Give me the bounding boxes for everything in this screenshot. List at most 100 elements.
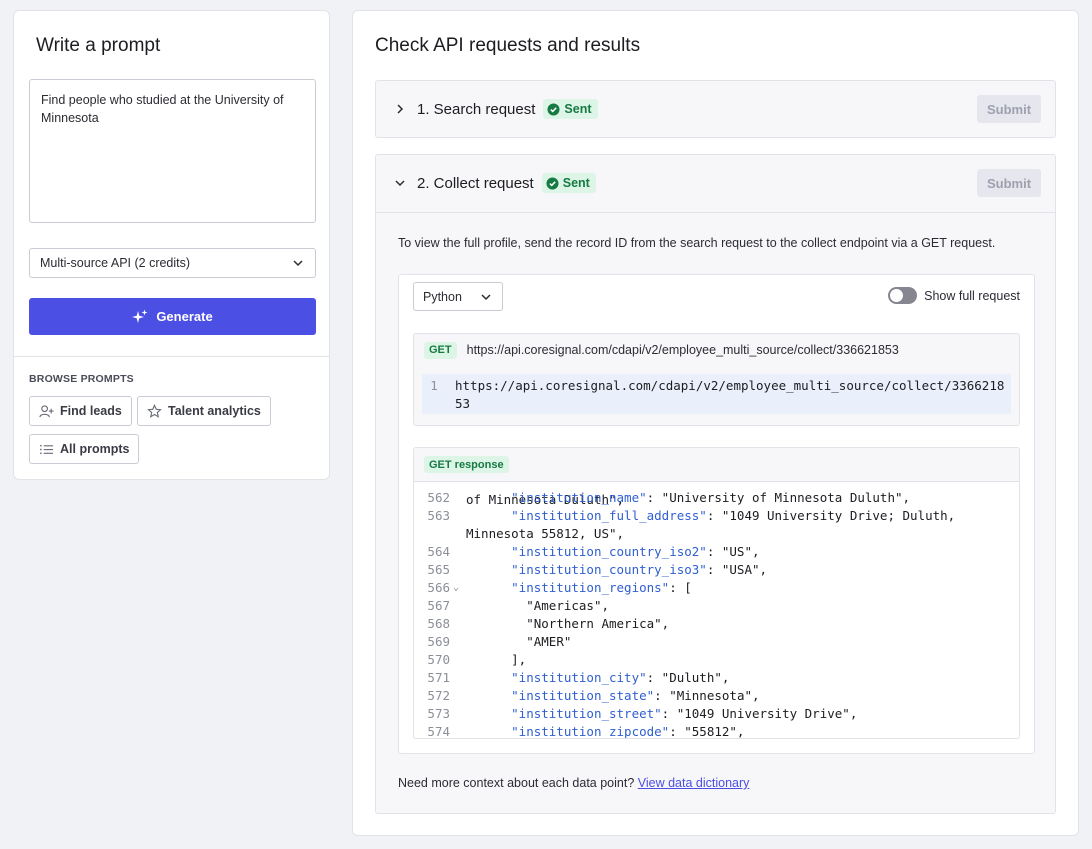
code-line: 568 "Northern America", <box>414 615 1019 633</box>
chip-label: All prompts <box>60 442 130 456</box>
response-badge: GET response <box>424 456 509 473</box>
footer-text: Need more context about each data point?… <box>398 776 749 790</box>
data-dictionary-link[interactable]: View data dictionary <box>638 776 750 790</box>
code-text: "institution_regions": [ <box>511 580 692 595</box>
source-select-value: Multi-source API (2 credits) <box>40 256 191 270</box>
fold-chevron-icon[interactable]: ⌄ <box>453 579 459 597</box>
footer-label: Need more context about each data point? <box>398 776 635 790</box>
prompt-textarea[interactable]: Find people who studied at the Universit… <box>29 79 316 223</box>
request-code[interactable]: 1 https://api.coresignal.com/cdapi/v2/em… <box>422 374 1011 414</box>
json-key: "institution_regions" <box>511 580 670 595</box>
prompt-panel-title: Write a prompt <box>36 35 161 56</box>
add-user-icon <box>39 404 54 417</box>
json-key: "institution_country_iso2" <box>511 544 707 559</box>
submit-button[interactable]: Submit <box>977 169 1041 197</box>
code-text: "institution_city": "Duluth", <box>511 670 730 685</box>
code-line: 573 "institution_street": "1049 Universi… <box>414 705 1019 723</box>
request-header: GET https://api.coresignal.com/cdapi/v2/… <box>414 334 1019 366</box>
chevron-down-icon <box>293 260 303 267</box>
check-circle-icon <box>547 103 560 115</box>
code-text: https://api.coresignal.com/cdapi/v2/empl… <box>455 378 1005 411</box>
status-badge: Sent <box>541 173 596 193</box>
submit-button[interactable]: Submit <box>977 95 1041 123</box>
request-url: https://api.coresignal.com/cdapi/v2/empl… <box>466 343 899 357</box>
chevron-down-icon <box>481 293 491 300</box>
code-text: "AMER" <box>526 634 572 649</box>
collect-request-header[interactable]: 2. Collect request Sent Submit <box>376 155 1055 211</box>
generate-button-label: Generate <box>156 309 213 324</box>
code-line: 564 "institution_country_iso2": "US", <box>414 543 1019 561</box>
api-panel: Check API requests and results 1. Search… <box>352 10 1079 836</box>
json-key: "institution_name" <box>511 490 647 505</box>
star-icon <box>147 403 162 418</box>
json-key: "institution_full_address" <box>511 508 707 523</box>
code-text: "Northern America", <box>526 616 670 631</box>
line-number: 574 <box>427 724 450 739</box>
json-key: "institution_state" <box>511 688 655 703</box>
line-number: 565 <box>427 562 450 577</box>
code-line: 569 "AMER" <box>414 633 1019 651</box>
status-badge-label: Sent <box>562 176 590 190</box>
json-key: "institution_zipcode" <box>511 724 670 739</box>
code-text: Minnesota 55812, US", <box>466 526 625 541</box>
show-full-request-toggle[interactable]: Show full request <box>888 287 1020 304</box>
response-code[interactable]: of Minnesota Duluth", 562 "institution_n… <box>414 482 1019 739</box>
json-key: "institution_country_iso3" <box>511 562 707 577</box>
collect-request-title: 2. Collect request <box>417 174 534 192</box>
line-number: 1 <box>430 378 438 393</box>
chevron-right-icon <box>397 104 404 114</box>
generate-button[interactable]: Generate <box>29 298 316 335</box>
talent-analytics-chip[interactable]: Talent analytics <box>137 396 271 426</box>
code-text: "Americas", <box>526 598 610 613</box>
line-number: 563 <box>427 508 450 523</box>
browse-prompts-label: BROWSE PROMPTS <box>29 373 134 385</box>
prompt-panel: Write a prompt Find people who studied a… <box>13 10 330 480</box>
code-text: "institution_street": "1049 University D… <box>511 706 858 721</box>
code-line: 570 ], <box>414 651 1019 669</box>
response-box: GET response of Minnesota Duluth", 562 "… <box>413 447 1020 739</box>
collect-request-accordion: 2. Collect request Sent Submit To view t… <box>375 154 1056 814</box>
all-prompts-chip[interactable]: All prompts <box>29 434 140 464</box>
chip-label: Find leads <box>60 404 122 418</box>
divider <box>14 356 329 357</box>
line-number: 564 <box>427 544 450 559</box>
line-number: 568 <box>427 616 450 631</box>
line-number: 570 <box>427 652 450 667</box>
code-line: 567 "Americas", <box>414 597 1019 615</box>
source-select[interactable]: Multi-source API (2 credits) <box>29 248 316 278</box>
code-text: "institution_name": "University of Minne… <box>511 490 911 505</box>
find-leads-chip[interactable]: Find leads <box>29 396 132 426</box>
check-circle-icon <box>546 177 559 189</box>
code-text: "institution_zipcode": "55812", <box>511 724 745 739</box>
json-key: "institution_city" <box>511 670 647 685</box>
code-line: 566 ⌄ "institution_regions": [ <box>414 579 1019 597</box>
code-line: 572 "institution_state": "Minnesota", <box>414 687 1019 705</box>
code-line: Minnesota 55812, US", <box>414 525 1019 543</box>
code-text: "institution_country_iso3": "USA", <box>511 562 768 577</box>
language-select[interactable]: Python <box>413 282 503 311</box>
line-number: 569 <box>427 634 450 649</box>
line-number: 566 <box>427 580 450 595</box>
code-text: ], <box>511 652 527 667</box>
code-panel: Python Show full request GET https://api… <box>398 274 1035 754</box>
request-box: GET https://api.coresignal.com/cdapi/v2/… <box>413 333 1020 426</box>
method-badge: GET <box>424 341 457 359</box>
code-text: "institution_country_iso2": "US", <box>511 544 760 559</box>
line-number: 567 <box>427 598 450 613</box>
chip-label: Talent analytics <box>168 404 261 418</box>
search-request-header[interactable]: 1. Search request Sent Submit <box>376 81 1055 137</box>
line-number: 572 <box>427 688 450 703</box>
code-line: 563 "institution_full_address": "1049 Un… <box>414 507 1019 525</box>
toggle-switch[interactable] <box>888 287 918 304</box>
line-number: 562 <box>427 490 450 505</box>
line-number: 571 <box>427 670 450 685</box>
collect-request-body: To view the full profile, send the recor… <box>376 212 1055 814</box>
code-line: 571 "institution_city": "Duluth", <box>414 669 1019 687</box>
sparkle-icon <box>132 309 148 323</box>
api-panel-title: Check API requests and results <box>375 35 641 56</box>
collect-description: To view the full profile, send the recor… <box>398 236 996 250</box>
toggle-label: Show full request <box>924 288 1020 303</box>
response-header: GET response <box>414 448 1019 482</box>
search-request-title: 1. Search request <box>417 100 536 118</box>
line-number: 573 <box>427 706 450 721</box>
